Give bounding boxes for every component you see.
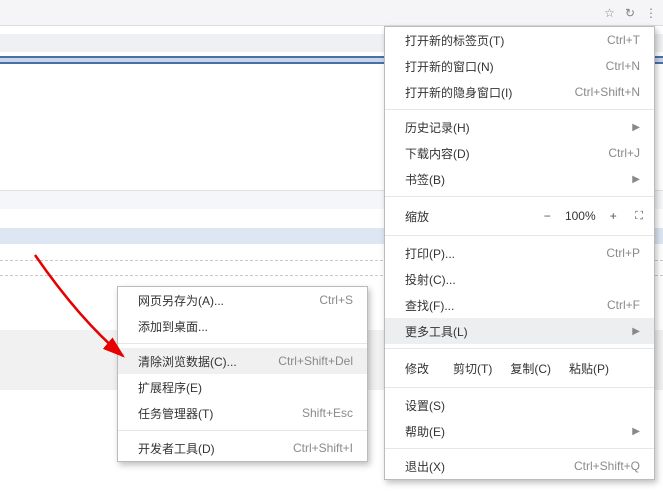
menu-item-more-tools[interactable]: 更多工具(L)▶ <box>385 318 654 344</box>
menu-item-new-window[interactable]: 打开新的窗口(N)Ctrl+N <box>385 53 654 79</box>
menu-item-zoom: 缩放 − 100% + ⛶ <box>385 201 654 231</box>
chevron-right-icon: ▶ <box>632 122 640 133</box>
submenu-item-dev-tools[interactable]: 开发者工具(D)Ctrl+Shift+I <box>118 435 367 461</box>
chevron-right-icon: ▶ <box>632 174 640 185</box>
separator <box>385 235 654 236</box>
menu-item-edit: 修改 剪切(T) 复制(C) 粘贴(P) <box>385 353 654 383</box>
separator <box>385 196 654 197</box>
menu-item-cast[interactable]: 投射(C)... <box>385 266 654 292</box>
zoom-label: 缩放 <box>405 208 535 225</box>
menu-item-settings[interactable]: 设置(S) <box>385 392 654 418</box>
menu-item-bookmarks[interactable]: 书签(B)▶ <box>385 166 654 192</box>
separator <box>118 430 367 431</box>
browser-toolbar: ☆ ↻ ⋮ <box>0 0 663 26</box>
menu-item-help[interactable]: 帮助(E)▶ <box>385 418 654 444</box>
submenu-item-save-as[interactable]: 网页另存为(A)...Ctrl+S <box>118 287 367 313</box>
zoom-value: 100% <box>559 209 601 223</box>
separator <box>385 387 654 388</box>
menu-item-print[interactable]: 打印(P)...Ctrl+P <box>385 240 654 266</box>
submenu-item-clear-browsing-data[interactable]: 清除浏览数据(C)...Ctrl+Shift+Del <box>118 348 367 374</box>
menu-item-downloads[interactable]: 下载内容(D)Ctrl+J <box>385 140 654 166</box>
reload-icon[interactable]: ↻ <box>625 6 635 20</box>
menu-item-find[interactable]: 查找(F)...Ctrl+F <box>385 292 654 318</box>
edit-label: 修改 <box>405 360 435 377</box>
separator <box>118 343 367 344</box>
zoom-out-button[interactable]: − <box>535 209 559 223</box>
zoom-in-button[interactable]: + <box>601 209 625 223</box>
main-menu: 打开新的标签页(T)Ctrl+T 打开新的窗口(N)Ctrl+N 打开新的隐身窗… <box>384 26 655 480</box>
menu-item-new-incognito[interactable]: 打开新的隐身窗口(I)Ctrl+Shift+N <box>385 79 654 105</box>
chevron-right-icon: ▶ <box>632 326 640 337</box>
separator <box>385 348 654 349</box>
submenu-item-task-manager[interactable]: 任务管理器(T)Shift+Esc <box>118 400 367 426</box>
cut-button[interactable]: 剪切(T) <box>453 360 492 377</box>
star-icon[interactable]: ☆ <box>604 6 615 20</box>
separator <box>385 109 654 110</box>
copy-button[interactable]: 复制(C) <box>510 360 551 377</box>
paste-button[interactable]: 粘贴(P) <box>569 360 609 377</box>
submenu-item-add-to-desktop[interactable]: 添加到桌面... <box>118 313 367 339</box>
chevron-right-icon: ▶ <box>632 426 640 437</box>
menu-item-new-tab[interactable]: 打开新的标签页(T)Ctrl+T <box>385 27 654 53</box>
separator <box>385 448 654 449</box>
menu-icon[interactable]: ⋮ <box>645 6 657 20</box>
menu-item-exit[interactable]: 退出(X)Ctrl+Shift+Q <box>385 453 654 479</box>
menu-item-history[interactable]: 历史记录(H)▶ <box>385 114 654 140</box>
more-tools-submenu: 网页另存为(A)...Ctrl+S 添加到桌面... 清除浏览数据(C)...C… <box>117 286 368 462</box>
submenu-item-extensions[interactable]: 扩展程序(E) <box>118 374 367 400</box>
fullscreen-icon[interactable]: ⛶ <box>635 210 644 223</box>
